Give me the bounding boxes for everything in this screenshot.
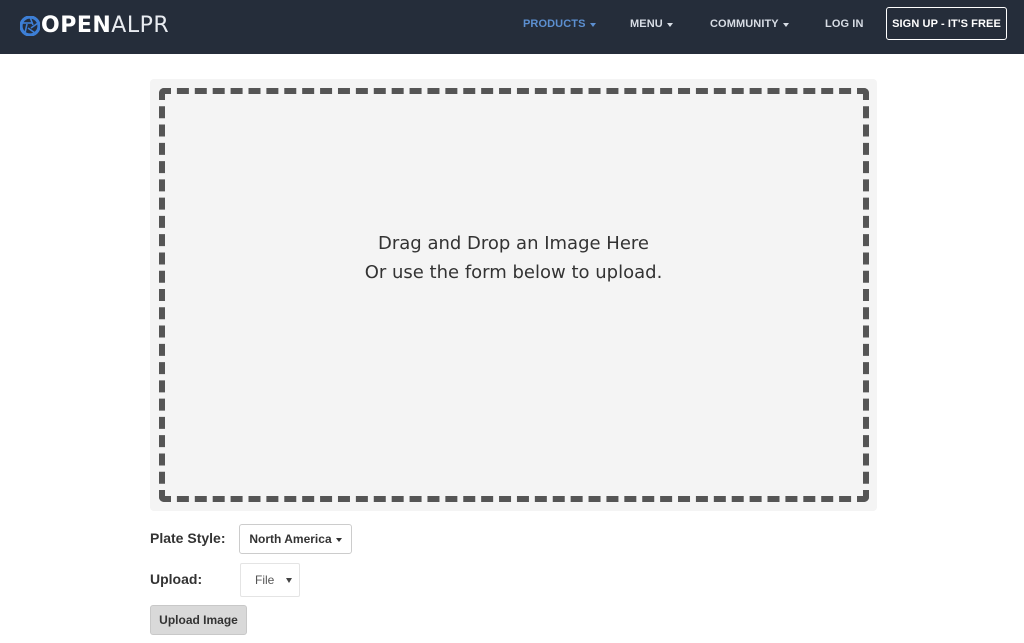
dropzone-dashed-border (159, 88, 869, 502)
upload-source-select[interactable]: File (240, 563, 300, 597)
openalpr-logo[interactable]: OPENALPR (20, 13, 169, 39)
plate-style-value: North America (249, 532, 332, 546)
nav-products[interactable]: PRODUCTS (523, 17, 596, 31)
logo-text-alpr: ALPR (111, 13, 170, 38)
nav-community[interactable]: COMMUNITY (710, 17, 789, 31)
nav-menu-label: MENU (630, 18, 663, 30)
dropzone-line-1: Drag and Drop an Image Here (378, 233, 649, 254)
dropzone-instructions: Drag and Drop an Image Here Or use the f… (150, 229, 877, 287)
chevron-down-icon (589, 22, 596, 27)
plate-style-label: Plate Style: (150, 530, 226, 546)
select-arrow-icon (286, 578, 292, 583)
upload-image-button[interactable]: Upload Image (150, 605, 247, 635)
image-dropzone[interactable]: Drag and Drop an Image Here Or use the f… (150, 79, 877, 511)
aperture-logo-icon (20, 16, 40, 36)
nav-community-label: COMMUNITY (710, 18, 779, 30)
top-navbar: OPENALPR PRODUCTS MENU COMMUNITY LOG IN … (0, 0, 1024, 54)
chevron-down-icon (782, 22, 789, 27)
chevron-down-icon (666, 22, 673, 27)
logo-wordmark: OPENALPR (41, 13, 169, 39)
caret-down-icon (335, 537, 342, 542)
nav-menu[interactable]: MENU (630, 17, 673, 31)
dropzone-line-2: Or use the form below to upload. (364, 262, 663, 283)
upload-source-value: File (255, 573, 275, 587)
nav-products-label: PRODUCTS (523, 18, 586, 30)
nav-login[interactable]: LOG IN (825, 17, 864, 31)
nav-login-label: LOG IN (825, 18, 864, 30)
signup-button[interactable]: SIGN UP - IT'S FREE (886, 7, 1007, 40)
logo-text-open: OPEN (41, 13, 112, 38)
plate-style-dropdown[interactable]: North America (239, 524, 352, 554)
upload-label: Upload: (150, 571, 203, 587)
